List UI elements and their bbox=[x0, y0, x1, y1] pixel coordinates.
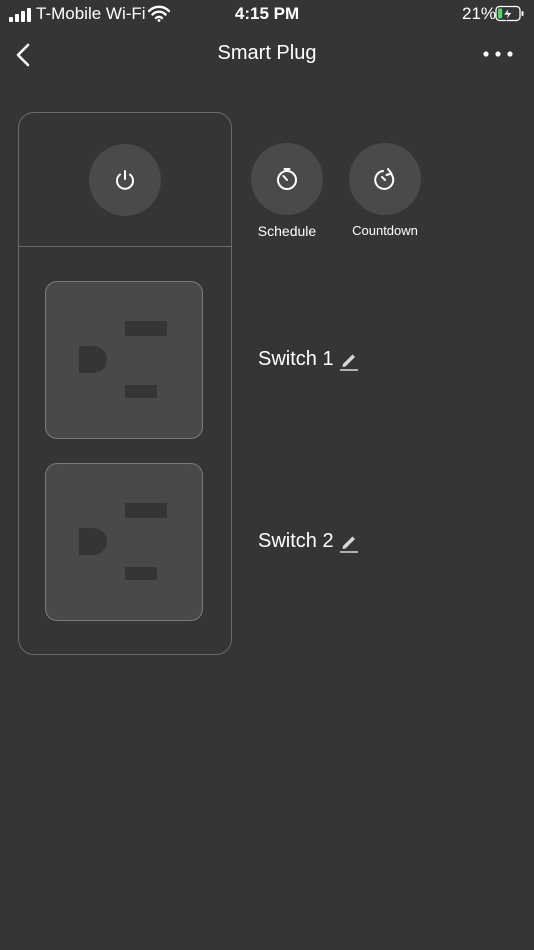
more-horizontal-icon[interactable] bbox=[480, 44, 516, 64]
schedule-button[interactable] bbox=[251, 143, 323, 215]
outlet-slot bbox=[125, 503, 167, 518]
nav-bar: Smart Plug bbox=[0, 34, 534, 76]
outlet-slot bbox=[125, 385, 157, 398]
status-bar: T-Mobile Wi-Fi 4:15 PM 21% bbox=[0, 0, 534, 30]
outlet-ground-slot bbox=[79, 346, 107, 373]
page-title: Smart Plug bbox=[217, 42, 317, 64]
switch-1-label-row: Switch 1 bbox=[258, 348, 360, 371]
plug-header bbox=[19, 113, 231, 247]
status-time: 4:15 PM bbox=[234, 4, 300, 23]
outlet-slot bbox=[125, 567, 157, 580]
plug-panel bbox=[18, 112, 232, 655]
schedule-label: Schedule bbox=[257, 223, 317, 239]
outlet-switch-1[interactable] bbox=[45, 281, 203, 439]
power-button[interactable] bbox=[89, 144, 161, 216]
pencil-icon[interactable] bbox=[338, 531, 360, 553]
switch-2-label-row: Switch 2 bbox=[258, 530, 360, 553]
countdown-label: Countdown bbox=[352, 223, 418, 238]
outlet-switch-2[interactable] bbox=[45, 463, 203, 621]
battery-charging-icon bbox=[495, 5, 524, 22]
switch-1-name: Switch 1 bbox=[258, 348, 334, 370]
smart-plug-screen: T-Mobile Wi-Fi 4:15 PM 21% Smart Plug Sc… bbox=[0, 0, 534, 950]
timer-icon bbox=[277, 168, 297, 190]
power-icon bbox=[116, 170, 134, 190]
outlet-slot bbox=[125, 321, 167, 336]
switch-2-name: Switch 2 bbox=[258, 530, 334, 552]
pencil-icon[interactable] bbox=[338, 349, 360, 371]
outlet-ground-slot bbox=[79, 528, 107, 555]
countdown-button[interactable] bbox=[349, 143, 421, 215]
countdown-icon bbox=[374, 168, 395, 190]
battery-percent: 21% bbox=[462, 4, 497, 23]
